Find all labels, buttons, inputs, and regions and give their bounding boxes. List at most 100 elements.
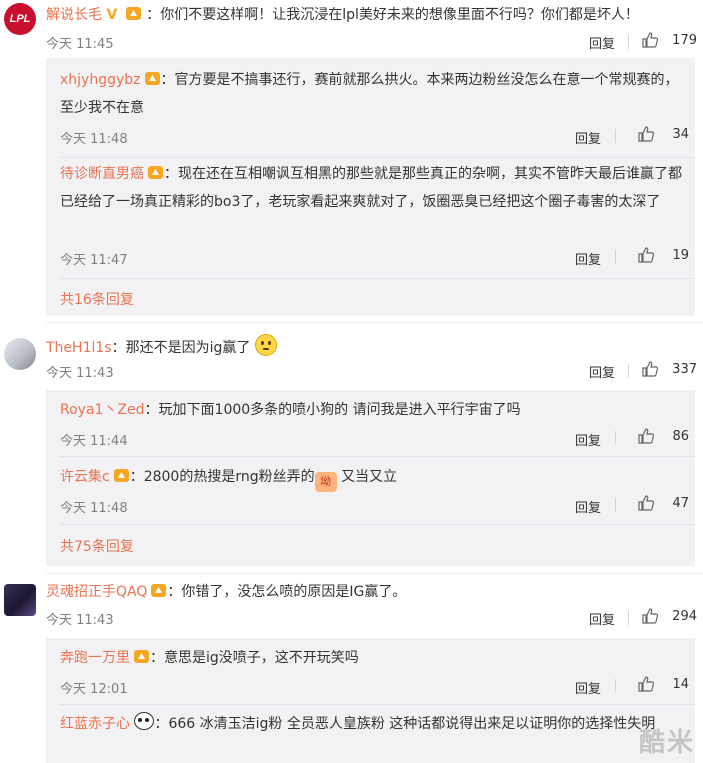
- username[interactable]: Roya1丶Zed: [60, 402, 145, 418]
- divider: [60, 456, 695, 457]
- divider: [628, 611, 629, 625]
- fan-medal-icon[interactable]: [150, 583, 167, 598]
- username[interactable]: 解说长毛: [46, 7, 102, 23]
- reply-button[interactable]: 回复: [589, 362, 615, 381]
- thumbs-up-icon: [638, 428, 655, 444]
- divider: [60, 157, 695, 158]
- avatar[interactable]: LPL: [4, 3, 36, 35]
- reply-meta: 今天 11:48 回复 34: [60, 125, 689, 147]
- panda-badge-icon: [134, 712, 155, 730]
- reply-meta: 今天 11:44 回复 86: [60, 427, 689, 449]
- like-count: 86: [672, 428, 689, 444]
- like-button[interactable]: 47: [637, 494, 689, 512]
- reply-meta: 今天 11:47 回复 19: [60, 246, 689, 268]
- thumbs-up-icon: [638, 495, 655, 511]
- comment-meta: 今天 11:43 回复 337: [46, 360, 697, 382]
- divider: [60, 704, 695, 705]
- like-count: 14: [672, 676, 689, 692]
- timestamp: 今天 11:45: [46, 37, 114, 52]
- timestamp: 今天 12:01: [60, 682, 128, 697]
- like-button[interactable]: 34: [637, 125, 689, 143]
- comment-meta: 今天 11:45 回复 179: [46, 31, 697, 53]
- timestamp: 今天 11:48: [60, 132, 128, 147]
- like-count: 294: [672, 608, 697, 624]
- divider: [60, 524, 695, 525]
- like-button[interactable]: 19: [637, 246, 689, 264]
- reply-button[interactable]: 回复: [575, 497, 601, 516]
- thumbs-up-icon: [642, 32, 659, 48]
- thumbs-up-icon: [642, 361, 659, 377]
- username[interactable]: 待诊断直男癌: [60, 166, 144, 182]
- like-count: 34: [672, 126, 689, 142]
- username[interactable]: xhjyhggybz: [60, 72, 141, 88]
- like-count: 47: [672, 495, 689, 511]
- reply-item: 奔跑一万里 ：意思是ig没喷子，这不开玩笑吗: [60, 644, 683, 672]
- timestamp: 今天 11:43: [46, 366, 114, 381]
- reply-text-tail: 又当又立: [341, 469, 398, 485]
- reply-button[interactable]: 回复: [575, 430, 601, 449]
- reply-box: 奔跑一万里 ：意思是ig没喷子，这不开玩笑吗 今天 12:01 回复 14 红蓝赤…: [46, 638, 695, 763]
- timestamp: 今天 11:47: [60, 253, 128, 268]
- like-button[interactable]: 294: [641, 607, 697, 625]
- username[interactable]: 灵魂招正手QAQ: [46, 584, 147, 600]
- vip-v-icon: V: [106, 7, 118, 23]
- thumbs-up-icon: [638, 126, 655, 142]
- divider: [615, 431, 616, 445]
- reply-box: xhjyhggybz ：官方要是不搞事还行，赛前就那么拱火。本来两边粉丝没怎么在意…: [46, 58, 695, 316]
- reply-item: Roya1丶Zed：玩加下面1000多条的喷小狗的 请问我是进入平行宇宙了吗: [60, 396, 683, 424]
- username[interactable]: 红蓝赤子心: [60, 716, 130, 732]
- reply-item: 红蓝赤子心 ：666 冰清玉洁ig粉 全员恶人皇族粉 这种话都说得出来足以证明你…: [60, 710, 683, 738]
- fan-medal-icon[interactable]: [147, 165, 164, 180]
- divider: [628, 364, 629, 378]
- divider: [46, 322, 703, 323]
- reply-meta: 今天 11:48 回复 47: [60, 494, 689, 516]
- avatar[interactable]: [4, 338, 36, 370]
- like-button[interactable]: 337: [641, 360, 697, 378]
- comment-text: ：那还不是因为ig赢了: [111, 340, 251, 356]
- divider: [628, 35, 629, 49]
- reply-button[interactable]: 回复: [575, 249, 601, 268]
- reply-text: ：2800的热搜是rng粉丝弄的: [129, 469, 315, 485]
- more-replies-link[interactable]: 共16条回复: [60, 289, 134, 309]
- timestamp: 今天 11:43: [46, 613, 114, 628]
- reply-item: xhjyhggybz ：官方要是不搞事还行，赛前就那么拱火。本来两边粉丝没怎么在意…: [60, 66, 683, 122]
- like-count: 337: [672, 361, 697, 377]
- timestamp: 今天 11:44: [60, 434, 128, 449]
- fan-medal-icon[interactable]: [144, 71, 161, 86]
- comment-meta: 今天 11:43 回复 294: [46, 607, 697, 629]
- fan-medal-icon[interactable]: [133, 649, 150, 664]
- sticker-icon: 坳: [314, 472, 337, 492]
- reply-button[interactable]: 回复: [575, 128, 601, 147]
- fan-medal-icon[interactable]: [125, 6, 142, 21]
- divider: [615, 250, 616, 264]
- divider: [615, 498, 616, 512]
- watermark: 酷米: [638, 728, 695, 758]
- username[interactable]: TheH1l1s: [46, 340, 112, 356]
- thumbs-up-icon: [638, 247, 655, 263]
- avatar[interactable]: [4, 584, 36, 616]
- comment-text: ：你错了，没怎么喷的原因是IG赢了。: [167, 584, 407, 600]
- thumbs-up-icon: [642, 608, 659, 624]
- more-replies-link[interactable]: 共75条回复: [60, 536, 134, 556]
- reply-button[interactable]: 回复: [589, 609, 615, 628]
- reply-item: 许云集c ：2800的热搜是rng粉丝弄的坳 又当又立: [60, 463, 683, 492]
- comment-text: ：你们不要这样啊！让我沉浸在lpl美好未来的想像里面不行吗？你们都是坏人！: [146, 7, 639, 23]
- reply-button[interactable]: 回复: [589, 33, 615, 52]
- divider: [46, 573, 703, 574]
- username[interactable]: 许云集c: [60, 469, 110, 485]
- fan-medal-icon[interactable]: [113, 468, 130, 483]
- username[interactable]: 奔跑一万里: [60, 650, 130, 666]
- thumbs-up-icon: [638, 676, 655, 692]
- reply-text: ：玩加下面1000多条的喷小狗的 请问我是进入平行宇宙了吗: [144, 402, 521, 418]
- like-count: 19: [672, 247, 689, 263]
- like-button[interactable]: 86: [637, 427, 689, 445]
- like-button[interactable]: 14: [637, 675, 689, 693]
- reply-meta: 今天 12:01 回复 14: [60, 675, 689, 697]
- divider: [60, 278, 695, 279]
- reply-box: Roya1丶Zed：玩加下面1000多条的喷小狗的 请问我是进入平行宇宙了吗 今…: [46, 390, 695, 566]
- like-button[interactable]: 179: [641, 31, 697, 49]
- reply-text: ：666 冰清玉洁ig粉 全员恶人皇族粉 这种话都说得出来足以证明你的选择性失明: [154, 716, 656, 732]
- divider: [615, 679, 616, 693]
- reply-button[interactable]: 回复: [575, 678, 601, 697]
- like-count: 179: [672, 32, 697, 48]
